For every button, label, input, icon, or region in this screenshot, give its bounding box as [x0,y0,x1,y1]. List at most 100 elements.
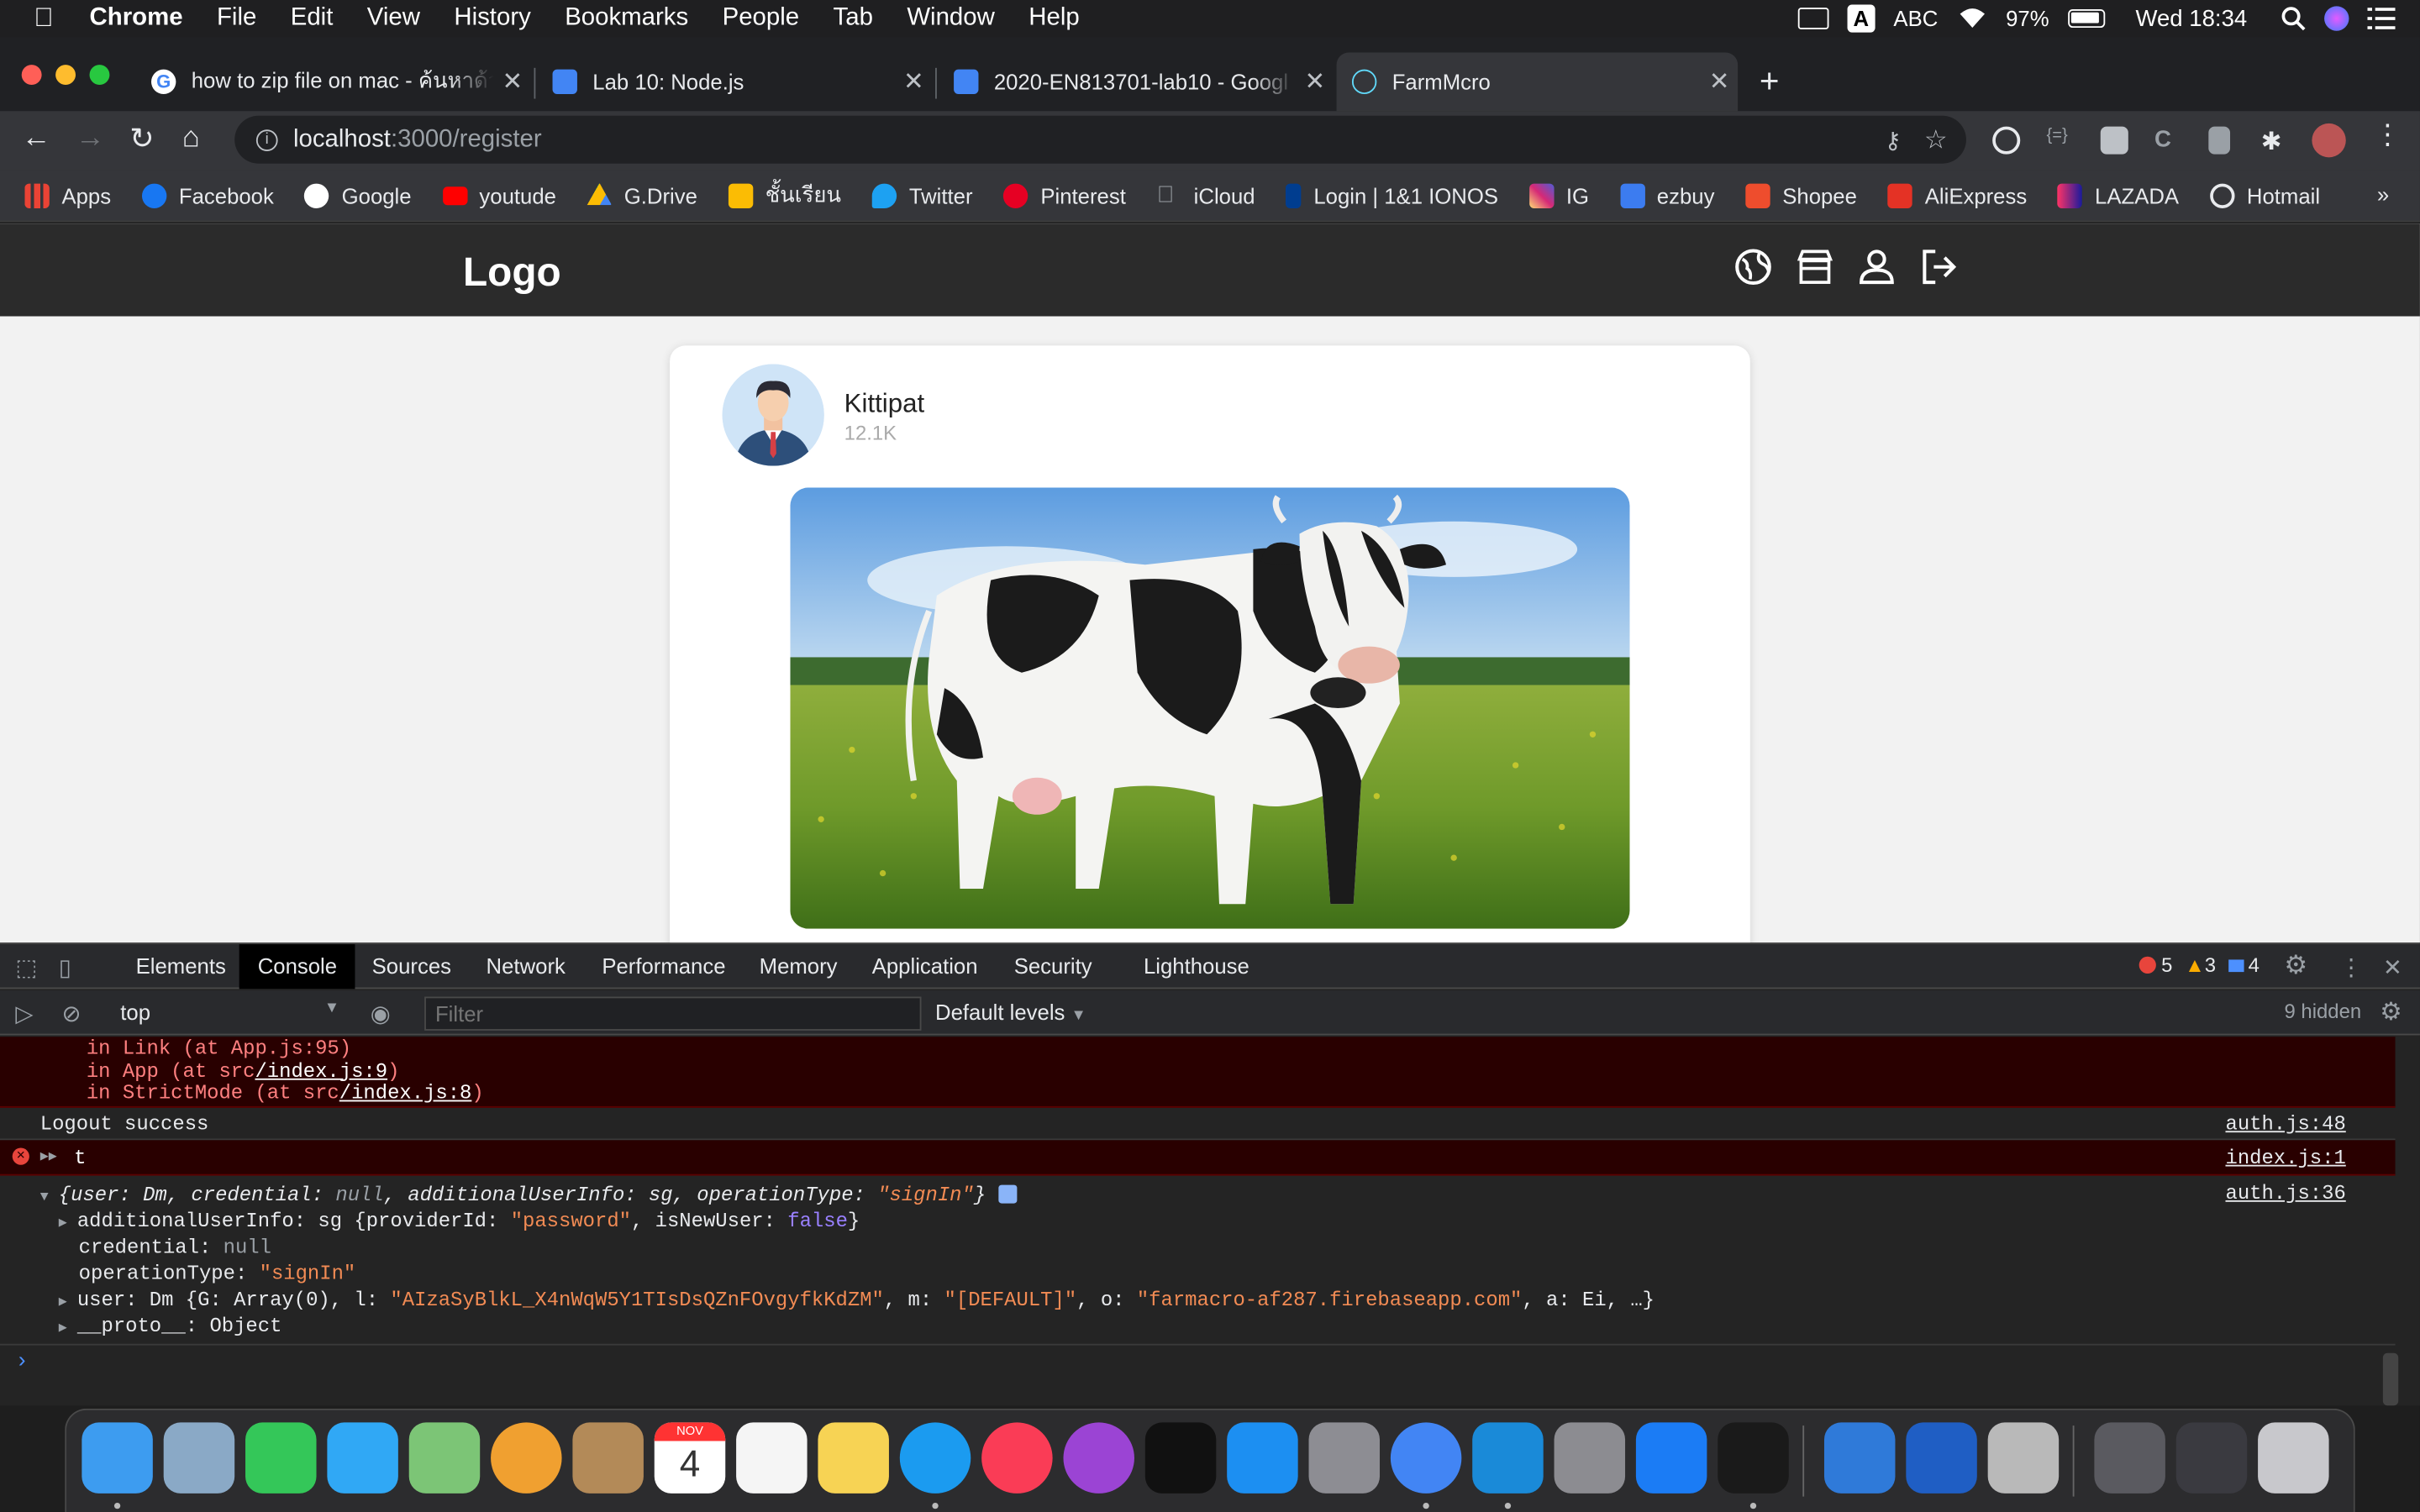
dock-facetime-icon[interactable] [245,1422,317,1494]
menu-edit[interactable]: Edit [291,5,334,33]
live-expression-eye-icon[interactable]: ◉ [371,1000,391,1027]
dock-launchpad-icon[interactable] [1308,1422,1381,1494]
console-prompt-icon[interactable]: › [15,1350,28,1374]
close-tab-icon[interactable]: ✕ [1297,66,1334,97]
menu-history[interactable]: History [454,5,530,33]
dock-calendar-icon[interactable]: NOV 4 [654,1422,726,1494]
display-icon[interactable] [1797,8,1829,29]
extension-c-icon[interactable]: C [2154,127,2182,155]
menu-help[interactable]: Help [1028,5,1079,33]
siri-icon[interactable] [2324,6,2349,31]
dock-virtualbox-icon[interactable] [1906,1422,1977,1494]
address-bar[interactable]: i localhost:3000/register ⚷ ☆ [234,115,1966,164]
issue-counts[interactable]: 5 ▲3 4 [2139,953,2260,977]
dock-xcode-tools-icon[interactable] [1635,1422,1707,1494]
bookmark-shopee[interactable]: Shopee [1745,182,1857,208]
log-source-link[interactable]: index.js:1 [2225,1140,2345,1175]
extensions-puzzle-icon[interactable]: ✱ [2261,127,2289,155]
console-scrollbar[interactable] [2382,1352,2399,1406]
dock-podcasts-icon[interactable] [1063,1422,1134,1494]
property-proto[interactable]: ▶ __proto__: Object [59,1315,282,1338]
more-bookmarks-button[interactable]: » [2377,182,2389,207]
log-levels-dropdown[interactable]: Default levels ▼ [935,1000,1086,1024]
console-settings-icon[interactable]: ⚙ [2380,997,2402,1028]
tab-lab10[interactable]: Lab 10: Node.js ✕ [537,52,932,111]
profile-avatar[interactable] [2312,123,2346,158]
site-info-icon[interactable]: i [255,129,278,151]
dock-vscode-icon[interactable] [1472,1422,1544,1494]
zoom-window-button[interactable] [89,65,110,86]
device-toolbar-icon[interactable]: ▯ [59,953,71,981]
menu-tab[interactable]: Tab [834,5,873,33]
stack-frame-link[interactable]: /index.js:9 [255,1059,387,1083]
dock-messages-icon[interactable] [327,1422,398,1494]
dock-downloads-stack-icon[interactable] [2094,1422,2165,1494]
avatar[interactable] [722,364,824,466]
devtools-tab-sources[interactable]: Sources [354,944,470,989]
bookmark-facebook[interactable]: Facebook [141,182,274,208]
dock-safari-icon[interactable] [899,1422,971,1494]
clock[interactable]: Wed 18:34 [2135,5,2247,31]
stack-frame-link[interactable]: /index.js:8 [339,1082,472,1105]
devtools-tab-elements[interactable]: Elements [118,944,245,989]
close-tab-icon[interactable]: ✕ [895,66,932,97]
menu-people[interactable]: People [723,5,800,33]
devtools-tab-application[interactable]: Application [854,944,997,989]
extension-chat-icon[interactable] [2100,126,2128,155]
bookmark-ionos[interactable]: Login | 1&1 IONOS [1286,182,1498,208]
expand-triangle-icon[interactable]: ▶▶ [40,1140,59,1175]
tab-farmmcro[interactable]: FarmMcro ✕ [1336,52,1739,112]
post-username[interactable]: Kittipat [844,389,924,420]
apple-icon[interactable]:  [34,3,65,34]
devtools-tab-security[interactable]: Security [996,944,1111,989]
home-button[interactable]: ⌂ [182,122,200,155]
bookmark-google[interactable]: Google [304,182,412,208]
dock-photos-icon[interactable] [491,1422,562,1494]
tab-google-search[interactable]: G how to zip file on mac - ค้นหาด้วย ✕ [136,52,531,111]
extension-doc-icon[interactable] [2208,126,2231,155]
devtools-tab-console[interactable]: Console [239,944,356,990]
dock-keychain-icon[interactable] [1987,1422,2060,1494]
dock-xcode-icon[interactable] [1823,1422,1896,1494]
devtools-tab-network[interactable]: Network [468,944,584,989]
app-logo[interactable]: Logo [463,249,561,297]
dock-notes-icon[interactable] [818,1422,889,1494]
dock-contacts-icon[interactable] [572,1422,644,1494]
more-options-icon[interactable]: ⋮ [2339,953,2363,981]
password-key-icon[interactable]: ⚷ [1885,126,1902,154]
close-devtools-icon[interactable]: ✕ [2383,953,2402,981]
dock-music-icon[interactable] [981,1422,1053,1494]
dock-tv-icon[interactable] [1144,1422,1217,1494]
chrome-menu-icon[interactable]: ⋮ [2374,118,2402,150]
close-tab-icon[interactable]: ✕ [1701,66,1738,97]
bookmark-pinterest[interactable]: Pinterest [1003,182,1126,208]
bookmark-youtude[interactable]: youtude [442,183,556,207]
bookmark-ezbuy[interactable]: ezbuy [1619,182,1714,208]
dock-finder-icon[interactable] [82,1422,153,1494]
dock-system-preferences-icon[interactable] [1554,1422,1626,1494]
extension-code-icon[interactable]: {=} [2046,127,2074,155]
devtools-tab-memory[interactable]: Memory [741,944,856,989]
close-tab-icon[interactable]: ✕ [494,66,531,97]
minimize-window-button[interactable] [55,65,76,86]
menu-bookmarks[interactable]: Bookmarks [565,5,688,33]
devtools-tab-performance[interactable]: Performance [583,944,744,989]
context-selector[interactable]: top ▼ [120,1000,339,1024]
sidebar-toggle-icon[interactable]: ▷ [15,1000,33,1027]
new-tab-button[interactable]: + [1760,61,1780,102]
close-window-button[interactable] [21,65,42,86]
dock-app-store-icon[interactable] [1227,1422,1298,1494]
log-source-link[interactable]: auth.js:36 [2225,1182,2345,1205]
store-icon[interactable] [1795,247,1835,287]
dock-chrome-icon[interactable] [1390,1422,1462,1494]
bookmark-hotmail[interactable]: Hotmail [2209,182,2320,208]
settings-gear-icon[interactable]: ⚙ [2284,950,2307,981]
globe-icon[interactable] [1733,247,1774,287]
menu-view[interactable]: View [367,5,420,33]
menu-file[interactable]: File [217,5,256,33]
console-input[interactable] [40,1348,2355,1379]
wifi-icon[interactable] [1956,6,1987,30]
bookmark-ig[interactable]: IG [1528,182,1589,208]
bookmark-apps[interactable]: Apps [24,182,111,208]
dock-terminal-icon[interactable] [1718,1422,1789,1494]
